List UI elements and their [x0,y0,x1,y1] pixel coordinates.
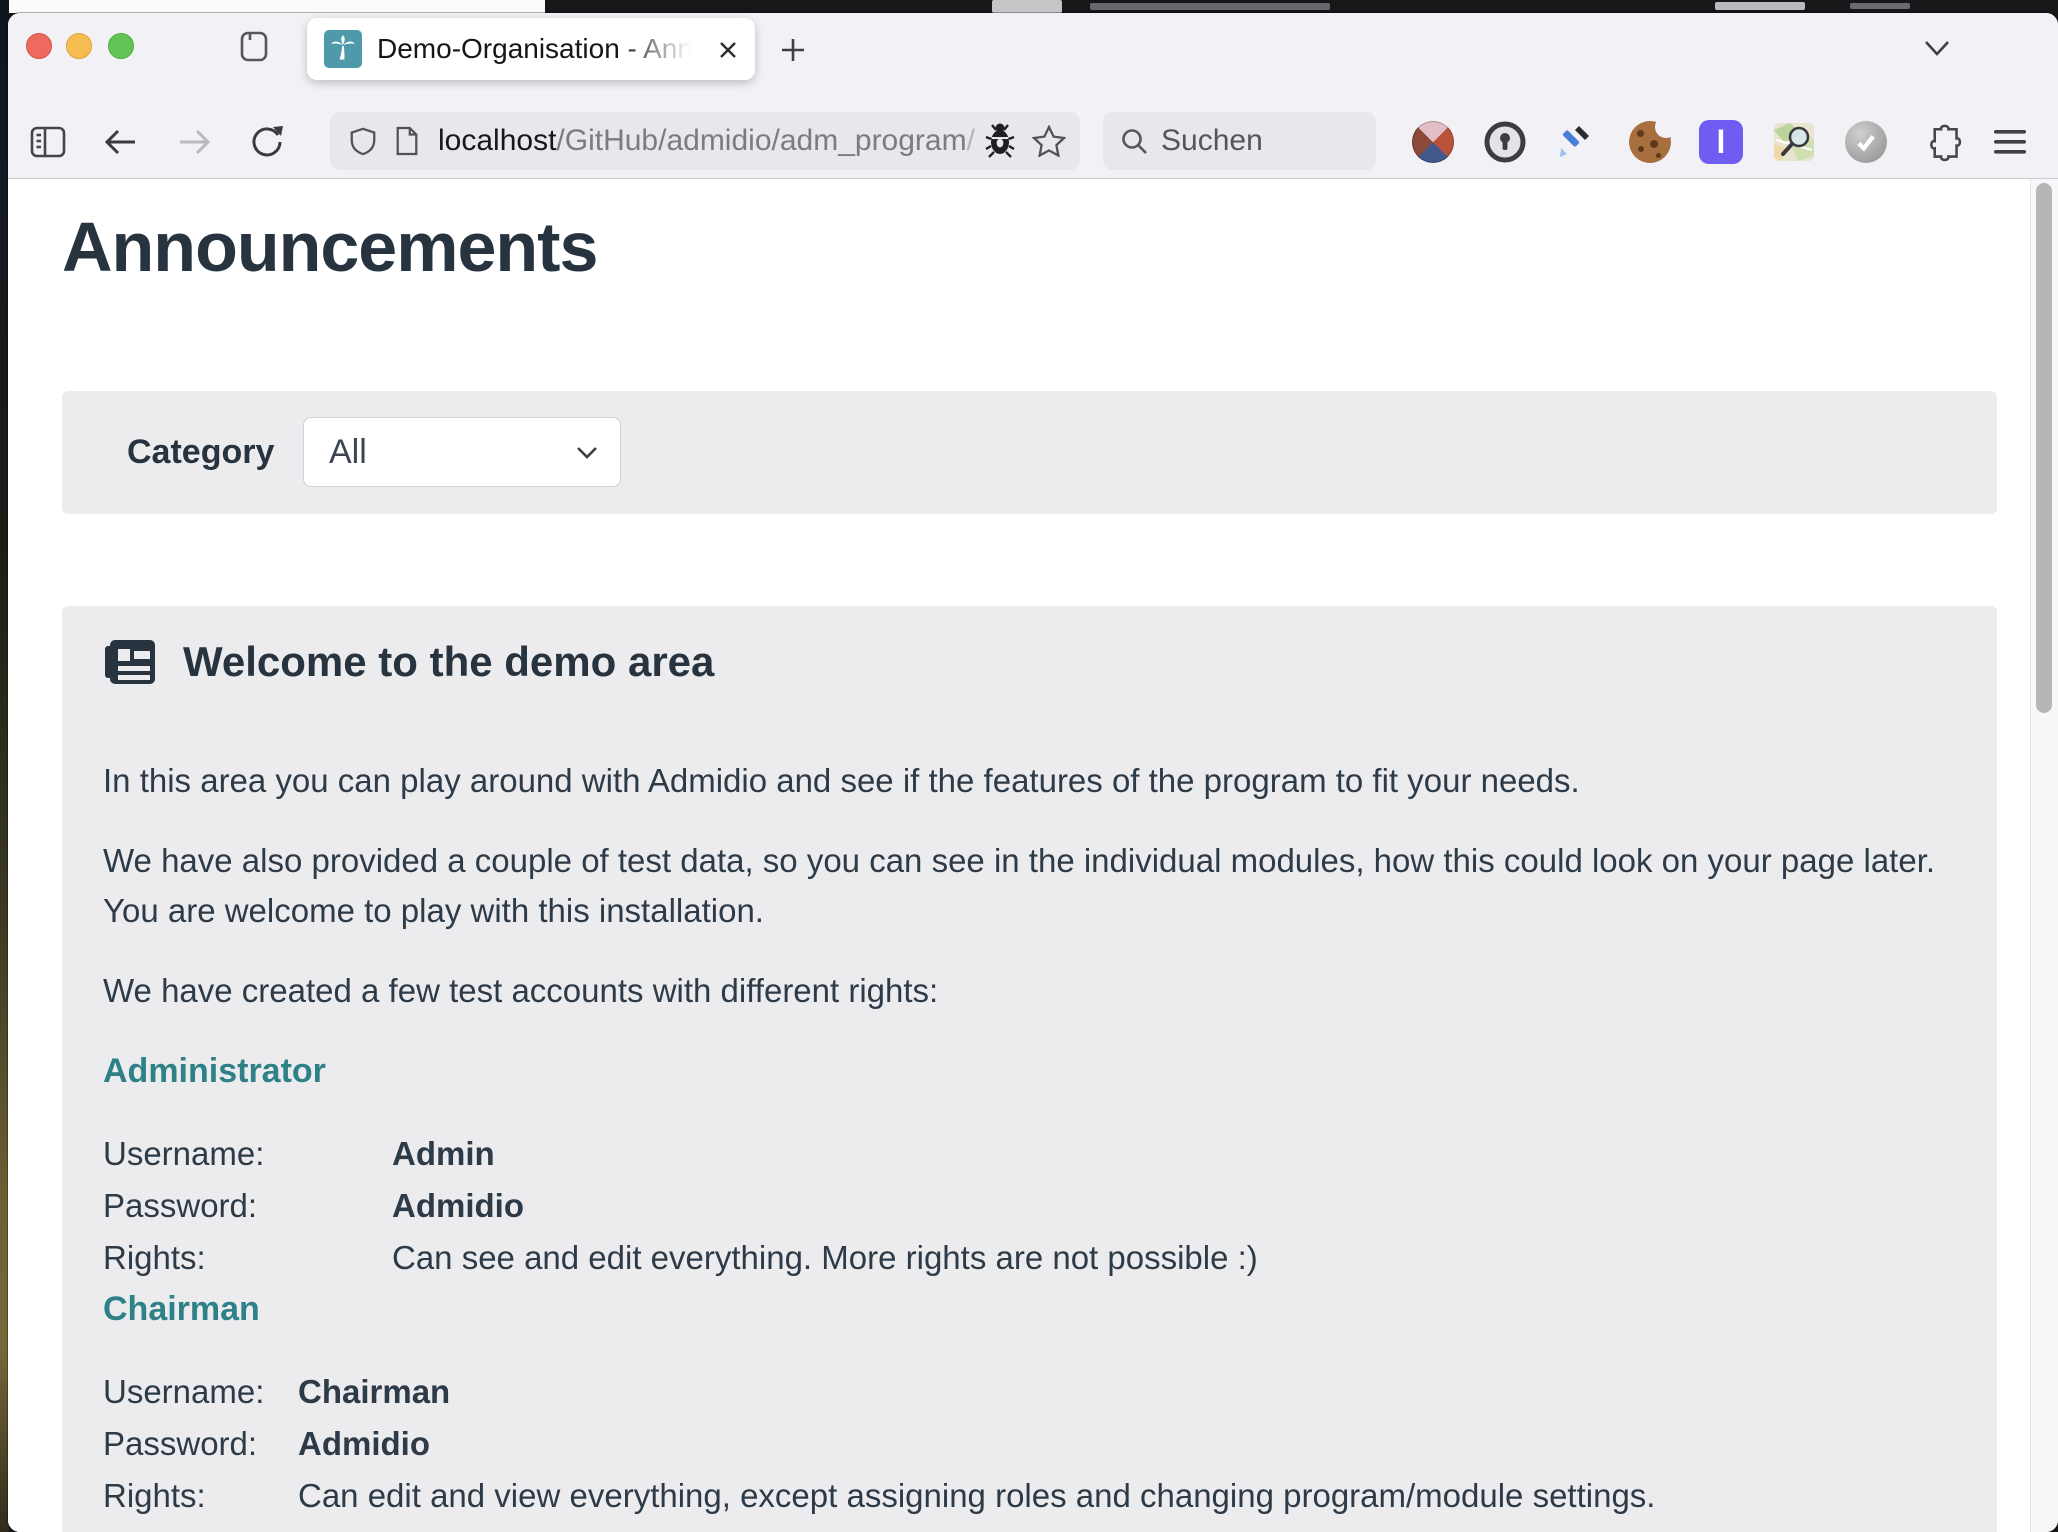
purple-l-icon: l [1699,120,1743,164]
cookie-extension-button[interactable] [1626,118,1674,166]
tab-strip: Demo-Organisation - Announcements [8,13,2058,105]
admidio-favicon [324,30,362,68]
check-circle-icon [1845,121,1887,163]
reload-icon [248,123,286,161]
accounts-paragraph: We have created a few test accounts with… [103,966,1957,1016]
url-host: localhost [438,124,556,157]
hamburger-menu-icon [1993,128,2027,156]
background-window-light-area [8,0,545,13]
bookmark-star-icon[interactable] [1032,125,1066,157]
row-value: Admin [392,1128,495,1180]
traffic-light-minimize[interactable] [66,33,92,59]
browser-window: Demo-Organisation - Announcements [8,13,2058,1532]
category-select[interactable]: All [303,417,621,487]
row-value: Chairman [298,1366,450,1418]
tab-close-button[interactable] [713,35,743,65]
onepassword-icon [1484,121,1526,163]
administrator-table: Username: Admin Password: Admidio Rights… [103,1128,1957,1284]
category-label: Category [127,433,274,472]
tab-list-button[interactable] [1916,28,1958,68]
page-icon[interactable] [394,125,420,157]
row-value: Admidio [392,1180,524,1232]
onepassword-extension-button[interactable] [1481,118,1529,166]
search-placeholder: Suchen [1161,124,1263,158]
linkding-extension-button[interactable]: l [1697,118,1745,166]
chevron-down-icon [576,446,598,460]
firefox-view-button[interactable] [234,26,274,66]
announcement-card: Welcome to the demo area In this area yo… [62,606,1997,1532]
menu-button[interactable] [1986,118,2034,166]
extensions-button[interactable] [1918,118,1966,166]
cookie-icon [1628,120,1672,164]
sidebar-toggle-button[interactable] [25,119,71,165]
filter-panel: Category All [62,391,1997,514]
row-label: Password: [103,1180,392,1232]
url-bar[interactable]: localhost/GitHub/admidio/adm_program/ [330,112,1080,170]
back-icon [101,126,141,158]
account-heading-administrator: Administrator [103,1046,1957,1096]
containers-avatar-icon [1412,121,1454,163]
navigation-toolbar: localhost/GitHub/admidio/adm_program/ [8,105,2058,179]
category-selected-value: All [329,433,367,472]
plus-icon [778,35,808,65]
table-row: Rights: Can see and edit everything. Mor… [103,1232,1957,1284]
forward-button[interactable] [171,119,217,165]
row-label: Username: [103,1128,392,1180]
checker-extension-button[interactable] [1842,118,1890,166]
url-path: /GitHub/admidio/adm_program [556,124,966,157]
page-content: Announcements Category All [8,179,2058,1532]
url-trailing-slash: / [967,124,975,157]
page-title: Announcements [62,207,597,287]
background-window-fragment [992,0,1062,13]
row-value: Can edit and view everything, except ass… [298,1470,1655,1522]
new-tab-button[interactable] [773,30,813,70]
tab-title-fade [617,18,709,80]
colorpicker-extension-button[interactable] [1549,118,1597,166]
background-window-fragment [1715,2,1805,10]
forward-icon [174,126,214,158]
row-label: Password: [103,1418,298,1470]
chairman-table: Username: Chairman Password: Admidio Rig… [103,1366,1957,1522]
chevron-down-icon [1922,38,1952,58]
background-window-fragment [1850,3,1910,9]
traffic-light-zoom[interactable] [108,33,134,59]
table-row: Username: Admin [103,1128,1957,1180]
map-search-icon [1772,120,1816,164]
row-label: Username: [103,1366,298,1418]
reload-button[interactable] [244,119,290,165]
intro-paragraph: In this area you can play around with Ad… [103,756,1957,806]
browser-tab[interactable]: Demo-Organisation - Announcements [307,18,755,80]
card-header: Welcome to the demo area [103,634,1957,690]
shield-icon[interactable] [348,125,378,157]
test-data-paragraph: We have also provided a couple of test d… [103,836,1957,936]
puzzle-icon [1922,122,1962,162]
bug-icon[interactable] [982,121,1018,161]
row-label: Rights: [103,1470,298,1522]
account-heading-member: Member [103,1522,1957,1532]
eyedropper-icon [1552,121,1594,163]
containers-extension-button[interactable] [1409,118,1457,166]
newspaper-icon [103,638,157,686]
row-value: Admidio [298,1418,430,1470]
map-extension-button[interactable] [1770,118,1818,166]
row-label: Rights: [103,1232,392,1284]
table-row: Username: Chairman [103,1366,1957,1418]
search-field[interactable]: Suchen [1103,112,1376,170]
table-row: Password: Admidio [103,1180,1957,1232]
row-value: Can see and edit everything. More rights… [392,1232,1258,1284]
sidebar-toggle-icon [29,125,67,159]
close-icon [716,38,740,62]
scrollbar-thumb[interactable] [2036,183,2052,713]
back-button[interactable] [98,119,144,165]
table-row: Password: Admidio [103,1418,1957,1470]
scrollbar[interactable] [2030,179,2058,1532]
url-text: localhost/GitHub/admidio/adm_program/ [438,124,975,158]
account-heading-chairman: Chairman [103,1284,1957,1334]
traffic-light-close[interactable] [26,33,52,59]
card-title: Welcome to the demo area [183,638,714,686]
firefox-view-icon [235,27,273,65]
table-row: Rights: Can edit and view everything, ex… [103,1470,1957,1522]
background-window-fragment [1090,3,1330,10]
search-icon [1119,126,1149,156]
